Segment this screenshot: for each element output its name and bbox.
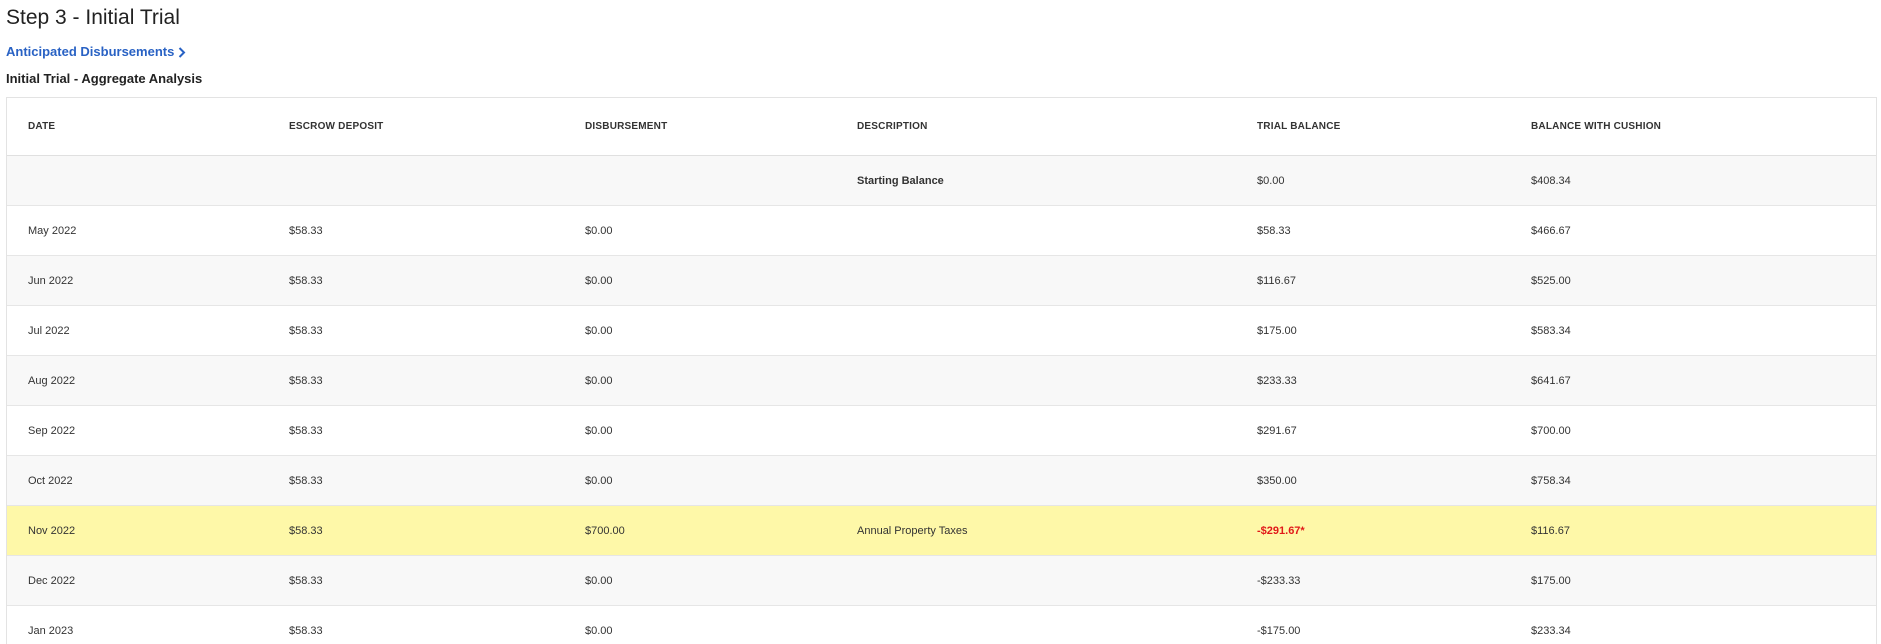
cell-disbursement: $0.00	[564, 355, 836, 406]
page: Step 3 - Initial Trial Anticipated Disbu…	[0, 0, 1881, 644]
table-row: Sep 2022 $58.33 $0.00 $291.67 $700.00	[7, 405, 1876, 456]
cell-trial-balance-alert: -$291.67*	[1236, 505, 1510, 556]
table-row: Aug 2022 $58.33 $0.00 $233.33 $641.67	[7, 355, 1876, 406]
cell-trial-balance: $0.00	[1236, 155, 1510, 206]
aggregate-analysis-table: DATE ESCROW DEPOSIT DISBURSEMENT DESCRIP…	[6, 97, 1877, 644]
cell-description	[836, 255, 1236, 306]
cell-date	[7, 155, 268, 206]
cell-trial-balance: $58.33	[1236, 205, 1510, 256]
table-row: Jul 2022 $58.33 $0.00 $175.00 $583.34	[7, 305, 1876, 356]
cell-disbursement: $0.00	[564, 555, 836, 606]
col-header-escrow-deposit: ESCROW DEPOSIT	[268, 98, 564, 156]
page-title: Step 3 - Initial Trial	[6, 6, 180, 29]
cell-disbursement: $0.00	[564, 305, 836, 356]
cell-date: Sep 2022	[7, 405, 268, 456]
cell-date: Nov 2022	[7, 505, 268, 556]
cell-description	[836, 605, 1236, 644]
cell-disbursement	[564, 155, 836, 206]
cell-deposit: $58.33	[268, 205, 564, 256]
cell-cushion: $233.34	[1510, 605, 1876, 644]
cell-cushion: $525.00	[1510, 255, 1876, 306]
table-row-highlighted: Nov 2022 $58.33 $700.00 Annual Property …	[7, 505, 1876, 556]
cell-description	[836, 405, 1236, 456]
col-header-disbursement: DISBURSEMENT	[564, 98, 836, 156]
cell-disbursement: $0.00	[564, 255, 836, 306]
table-row: Oct 2022 $58.33 $0.00 $350.00 $758.34	[7, 455, 1876, 506]
cell-date: Oct 2022	[7, 455, 268, 506]
cell-cushion: $175.00	[1510, 555, 1876, 606]
cell-description	[836, 355, 1236, 406]
cell-date: May 2022	[7, 205, 268, 256]
cell-deposit: $58.33	[268, 405, 564, 456]
cell-deposit	[268, 155, 564, 206]
col-header-date: DATE	[7, 98, 268, 156]
trial-table: DATE ESCROW DEPOSIT DISBURSEMENT DESCRIP…	[7, 98, 1876, 644]
chevron-right-icon	[179, 46, 186, 58]
anticipated-disbursements-link[interactable]: Anticipated Disbursements	[6, 44, 186, 60]
cell-description	[836, 555, 1236, 606]
cell-date: Jul 2022	[7, 305, 268, 356]
table-row: Jun 2022 $58.33 $0.00 $116.67 $525.00	[7, 255, 1876, 306]
cell-cushion: $408.34	[1510, 155, 1876, 206]
cell-cushion: $583.34	[1510, 305, 1876, 356]
cell-cushion: $758.34	[1510, 455, 1876, 506]
cell-deposit: $58.33	[268, 355, 564, 406]
cell-description	[836, 205, 1236, 256]
cell-date: Aug 2022	[7, 355, 268, 406]
table-row: Dec 2022 $58.33 $0.00 -$233.33 $175.00	[7, 555, 1876, 606]
col-header-balance-with-cushion: BALANCE WITH CUSHION	[1510, 98, 1876, 156]
cell-disbursement: $700.00	[564, 505, 836, 556]
cell-cushion: $116.67	[1510, 505, 1876, 556]
cell-date: Dec 2022	[7, 555, 268, 606]
cell-trial-balance: $116.67	[1236, 255, 1510, 306]
cell-description: Starting Balance	[836, 155, 1236, 206]
cell-deposit: $58.33	[268, 605, 564, 644]
cell-description	[836, 305, 1236, 356]
cell-disbursement: $0.00	[564, 455, 836, 506]
table-row: May 2022 $58.33 $0.00 $58.33 $466.67	[7, 205, 1876, 256]
anticipated-disbursements-link-label: Anticipated Disbursements	[6, 44, 175, 59]
cell-trial-balance: $291.67	[1236, 405, 1510, 456]
cell-trial-balance: -$175.00	[1236, 605, 1510, 644]
table-row: Jan 2023 $58.33 $0.00 -$175.00 $233.34	[7, 605, 1876, 644]
cell-description: Annual Property Taxes	[836, 505, 1236, 556]
cell-trial-balance: $233.33	[1236, 355, 1510, 406]
cell-cushion: $641.67	[1510, 355, 1876, 406]
table-row-starting-balance: Starting Balance $0.00 $408.34	[7, 155, 1876, 206]
cell-deposit: $58.33	[268, 555, 564, 606]
cell-disbursement: $0.00	[564, 205, 836, 256]
cell-trial-balance: $175.00	[1236, 305, 1510, 356]
cell-deposit: $58.33	[268, 505, 564, 556]
cell-disbursement: $0.00	[564, 605, 836, 644]
cell-date: Jan 2023	[7, 605, 268, 644]
cell-cushion: $700.00	[1510, 405, 1876, 456]
cell-deposit: $58.33	[268, 255, 564, 306]
col-header-trial-balance: TRIAL BALANCE	[1236, 98, 1510, 156]
cell-disbursement: $0.00	[564, 405, 836, 456]
cell-deposit: $58.33	[268, 305, 564, 356]
col-header-description: DESCRIPTION	[836, 98, 1236, 156]
cell-date: Jun 2022	[7, 255, 268, 306]
cell-cushion: $466.67	[1510, 205, 1876, 256]
cell-description	[836, 455, 1236, 506]
cell-trial-balance: -$233.33	[1236, 555, 1510, 606]
section-title: Initial Trial - Aggregate Analysis	[6, 71, 203, 86]
cell-trial-balance: $350.00	[1236, 455, 1510, 506]
table-header-row: DATE ESCROW DEPOSIT DISBURSEMENT DESCRIP…	[7, 98, 1876, 156]
cell-deposit: $58.33	[268, 455, 564, 506]
